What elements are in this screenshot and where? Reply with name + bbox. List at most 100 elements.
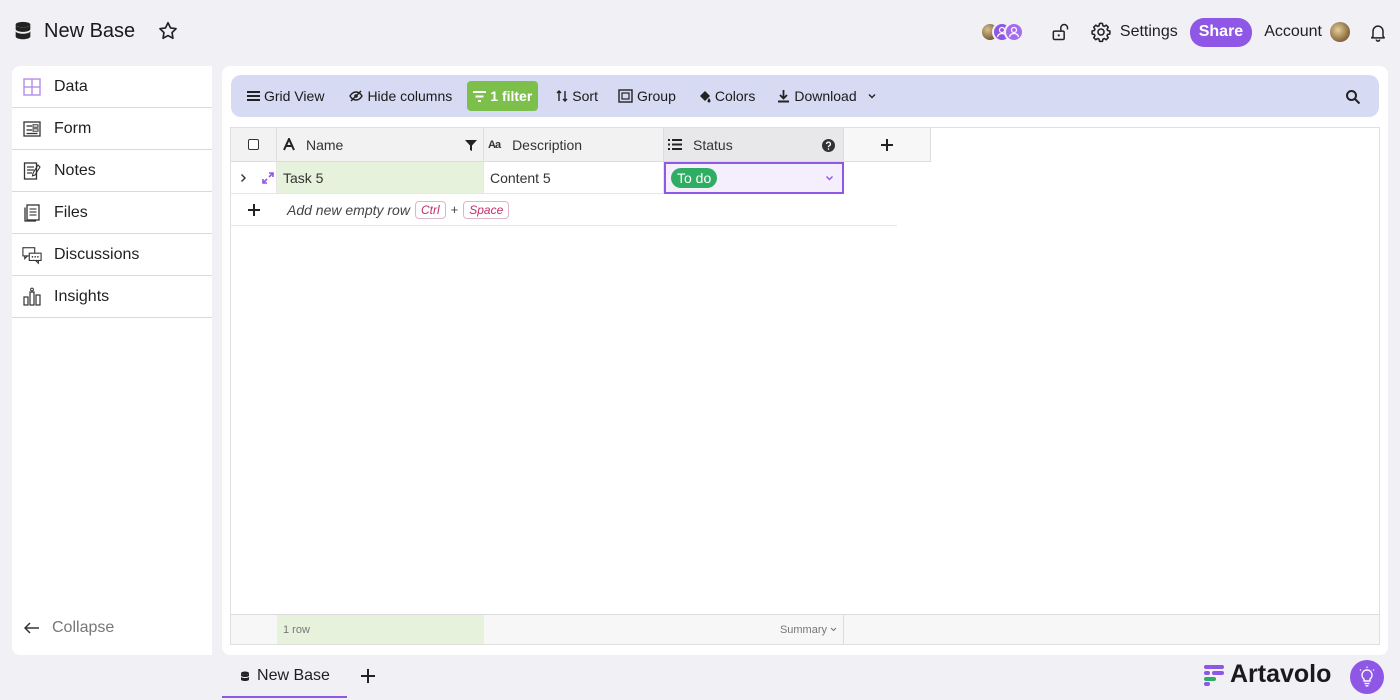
collapse-sidebar-button[interactable]: Collapse — [24, 619, 114, 637]
insights-icon — [23, 287, 41, 306]
column-label: Status — [693, 136, 733, 153]
row-count: 1 row — [277, 615, 484, 644]
tab-new-base[interactable]: New Base — [222, 656, 347, 698]
star-icon[interactable] — [157, 20, 179, 42]
download-icon — [778, 90, 790, 103]
hide-columns-button[interactable]: Hide columns — [349, 81, 452, 111]
base-title: New Base — [44, 19, 136, 42]
sort-icon — [556, 90, 568, 102]
header-actions: Settings Share Account — [979, 16, 1388, 48]
settings-button[interactable]: Settings — [1090, 21, 1178, 43]
help-bulb-button[interactable] — [1350, 660, 1384, 694]
database-icon — [15, 21, 31, 40]
add-column-button[interactable] — [844, 128, 931, 162]
sort-button[interactable]: Sort — [556, 81, 598, 111]
brand-name: Artavolo — [1230, 660, 1332, 688]
column-header-status[interactable]: Status — [664, 128, 844, 162]
sidebar-item-discussions[interactable]: Discussions — [12, 234, 212, 276]
row-controls — [231, 162, 277, 194]
sidebar-item-data[interactable]: Data — [12, 66, 212, 108]
sidebar-item-insights[interactable]: Insights — [12, 276, 212, 318]
sidebar-item-form[interactable]: Form — [12, 108, 212, 150]
grid-icon — [23, 77, 41, 96]
top-bar: New Base Settings Share Account — [0, 0, 1400, 62]
shortcut-plus: + — [450, 202, 459, 217]
add-row-button[interactable]: Add new empty row Ctrl + Space — [277, 194, 897, 226]
cell-value: Content 5 — [490, 169, 551, 186]
status-badge: To do — [671, 168, 718, 188]
search-icon[interactable] — [1345, 89, 1361, 105]
filter-funnel-icon[interactable] — [465, 140, 477, 151]
lightbulb-icon — [1359, 666, 1375, 687]
account-menu[interactable]: Account — [1264, 22, 1350, 42]
shortcut-ctrl: Ctrl — [414, 200, 446, 219]
cell-name[interactable]: Task 5 — [277, 162, 484, 194]
hide-columns-label: Hide columns — [367, 88, 453, 104]
column-header-name[interactable]: Name — [277, 128, 484, 162]
group-label: Group — [636, 88, 676, 104]
main-panel: Grid View Hide columns 1 filter Sort Gro… — [222, 66, 1388, 655]
shortcut-space: Space — [463, 200, 510, 219]
sidebar-item-label: Notes — [54, 161, 96, 179]
brand-icon — [1204, 664, 1224, 686]
add-row-label: Add new empty row — [287, 201, 410, 218]
arrow-left-icon — [24, 622, 39, 634]
brand-logo: Artavolo — [1204, 660, 1331, 689]
grid-view-label: Grid View — [264, 88, 325, 104]
sort-label: Sort — [572, 88, 598, 104]
select-all-checkbox[interactable] — [248, 139, 259, 150]
share-button[interactable]: Share — [1189, 17, 1253, 47]
download-label: Download — [794, 88, 857, 104]
add-tab-plus-icon[interactable] — [358, 666, 378, 686]
paint-bucket-icon — [699, 90, 711, 102]
grid-view-button[interactable]: Grid View — [247, 81, 324, 111]
expand-row-icon[interactable] — [262, 171, 274, 184]
column-header-description[interactable]: Aa Description — [484, 128, 664, 162]
sidebar-item-files[interactable]: Files — [12, 192, 212, 234]
colors-button[interactable]: Colors — [698, 81, 755, 111]
group-icon — [618, 89, 633, 103]
bell-icon[interactable] — [1368, 21, 1388, 43]
collaborators[interactable] — [979, 22, 1024, 42]
chevron-down-icon[interactable] — [825, 175, 834, 182]
discussions-icon — [22, 246, 42, 264]
chevron-down-icon — [830, 627, 837, 632]
menu-icon — [247, 91, 260, 101]
sidebar-item-label: Data — [54, 77, 88, 95]
add-row-plus[interactable] — [231, 194, 277, 226]
sidebar-item-label: Files — [54, 203, 88, 221]
help-icon[interactable] — [822, 139, 835, 152]
grid-footer: 1 row Summary — [231, 614, 1379, 644]
files-icon — [24, 203, 40, 222]
list-icon — [668, 139, 682, 150]
database-icon — [241, 671, 250, 681]
settings-label: Settings — [1119, 23, 1178, 40]
summary-dropdown[interactable]: Summary — [484, 615, 844, 644]
group-button[interactable]: Group — [618, 81, 676, 111]
filter-label: 1 filter — [490, 88, 533, 104]
form-icon — [23, 120, 41, 137]
notes-icon — [23, 161, 41, 180]
view-toolbar: Grid View Hide columns 1 filter Sort Gro… — [231, 75, 1379, 117]
sidebar-item-label: Insights — [54, 287, 110, 305]
plus-icon — [881, 138, 893, 151]
cell-description[interactable]: Content 5 — [484, 162, 664, 194]
sidebar-item-label: Form — [54, 119, 92, 137]
sidebar-item-label: Discussions — [54, 245, 140, 263]
account-avatar — [1330, 22, 1350, 42]
sidebar-item-notes[interactable]: Notes — [12, 150, 212, 192]
filter-button[interactable]: 1 filter — [467, 81, 539, 111]
column-label: Name — [306, 136, 344, 153]
tab-label: New Base — [257, 667, 330, 684]
plus-icon — [248, 203, 260, 216]
cell-status-selected[interactable]: To do — [664, 162, 844, 194]
select-all-cell — [231, 128, 277, 162]
download-button[interactable]: Download — [777, 81, 880, 111]
unlock-icon[interactable] — [1050, 22, 1070, 42]
gear-icon — [1091, 22, 1111, 43]
data-grid: Name Aa Description Status Task 5 Conten… — [230, 127, 1380, 645]
add-collaborator-avatar — [1003, 22, 1024, 42]
sidebar: Data Form Notes Files Discussions Insigh… — [12, 66, 212, 655]
chevron-right-icon[interactable] — [240, 173, 247, 183]
text-type-icon — [283, 138, 295, 151]
